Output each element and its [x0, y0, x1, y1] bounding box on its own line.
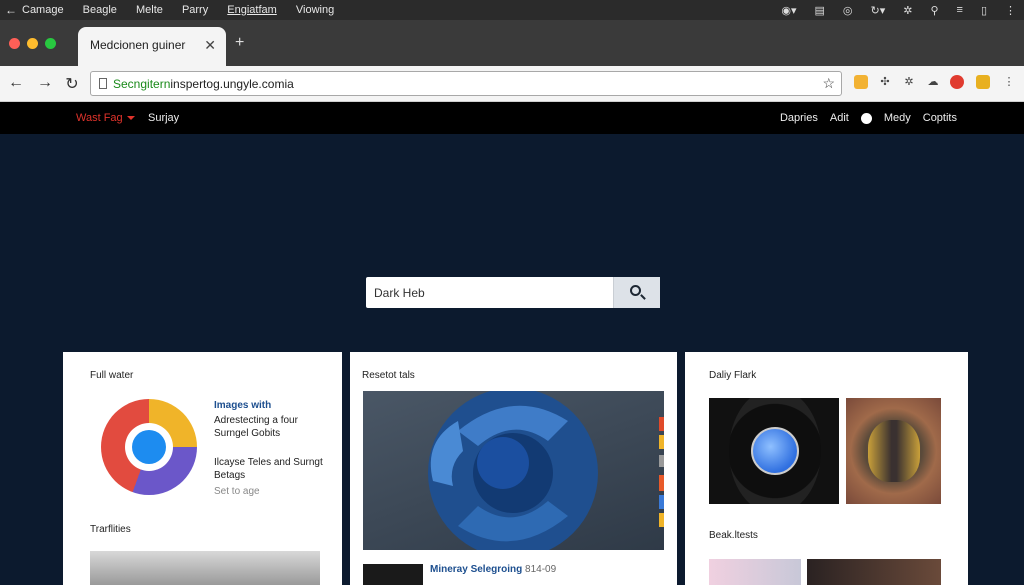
sync-icon[interactable]: ↻▾: [870, 4, 885, 17]
mask-artwork-image[interactable]: [846, 398, 941, 504]
close-window-button[interactable]: [9, 38, 20, 49]
browser-logo-icon[interactable]: [101, 399, 197, 495]
card-title: Resetot tals: [362, 370, 415, 381]
extension-record-icon[interactable]: [950, 75, 964, 89]
os-menu-bar: ← Camage Beagle Melte Parry Engiatfam Vi…: [0, 0, 1024, 20]
magnifier-icon: [630, 285, 641, 296]
more-icon[interactable]: ⋮: [1005, 4, 1016, 17]
card-daliy-flark: Daliy Flark Beak.ltests: [685, 352, 968, 585]
search-input[interactable]: [366, 277, 613, 308]
gear-icon[interactable]: ✲: [903, 4, 912, 17]
copy-icon[interactable]: ▯: [981, 4, 987, 17]
header-link[interactable]: Coptits: [923, 112, 957, 124]
caption-date: 814-09: [525, 564, 557, 575]
sync-arrows-icon: [428, 391, 598, 550]
window-icon[interactable]: ▤: [814, 4, 824, 17]
site-header: Wast Fag Surjay Dapries Adit Medy Coptit…: [0, 102, 1024, 134]
site-nav-item[interactable]: Surjay: [148, 112, 179, 124]
os-menu-item[interactable]: Melte: [136, 4, 163, 16]
site-header-links: Dapries Adit Medy Coptits: [780, 112, 957, 124]
window-controls: [9, 38, 56, 49]
card-text: Adrestecting a four Surngel Gobits: [214, 415, 298, 439]
thumbnail-image[interactable]: [807, 559, 941, 585]
card-text: Ilcayse Teles and Surngt Betags: [214, 457, 323, 481]
card-link[interactable]: Images with: [214, 400, 271, 411]
tab-close-icon[interactable]: ✕: [204, 37, 216, 54]
card-full-water: Full water Images with Adrestecting a fo…: [63, 352, 342, 585]
os-menu-item[interactable]: Engiatfam: [227, 4, 277, 16]
header-link[interactable]: Adit: [830, 112, 849, 124]
theme-toggle-icon[interactable]: [860, 112, 872, 124]
search-box: [366, 277, 660, 308]
header-link[interactable]: Medy: [884, 112, 911, 124]
card-section-title: Beak.ltests: [709, 530, 758, 541]
caret-down-icon: [126, 116, 135, 120]
page-info-icon[interactable]: [99, 78, 107, 89]
url-secure-label: Secngitern: [113, 77, 171, 91]
os-menu: Camage Beagle Melte Parry Engiatfam Viow…: [22, 4, 350, 16]
site-brand-label: Wast Fag: [76, 112, 123, 124]
hero-image[interactable]: [363, 391, 664, 550]
search-icon[interactable]: ⚲: [930, 4, 938, 17]
new-tab-button[interactable]: +: [235, 34, 244, 52]
forward-icon[interactable]: →: [35, 74, 55, 92]
os-status-icons: ◉▾ ▤ ◎ ↻▾ ✲ ⚲ ≡ ▯ ⋮: [781, 0, 1016, 20]
back-arrow-icon[interactable]: ←: [0, 3, 22, 17]
card-resetot-tals: Resetot tals Mineray Selegroing 814-09: [350, 352, 677, 585]
os-menu-item[interactable]: Beagle: [83, 4, 117, 16]
minimize-window-button[interactable]: [27, 38, 38, 49]
card-title: Full water: [90, 370, 134, 381]
reload-icon[interactable]: ↻: [62, 74, 82, 94]
thumbnail-image[interactable]: [709, 559, 801, 585]
thumbnail-image[interactable]: [90, 551, 320, 585]
caption-thumbnail[interactable]: [363, 564, 423, 585]
address-bar[interactable]: Secngiterninspertog.ungyle.comia ☆: [90, 71, 842, 96]
menu-icon[interactable]: ≡: [957, 4, 963, 16]
os-menu-item[interactable]: Viowing: [296, 4, 334, 16]
tab-strip: Medcionen guiner ✕ +: [0, 20, 1024, 66]
header-link[interactable]: Dapries: [780, 112, 818, 124]
back-icon[interactable]: ←: [6, 74, 26, 92]
extension-puzzle-icon[interactable]: ✣: [878, 75, 892, 89]
caption-link[interactable]: Mineray Selegroing 814-09: [430, 564, 556, 575]
os-menu-item[interactable]: Camage: [22, 4, 64, 16]
extension-cloud-icon[interactable]: ☁: [926, 75, 940, 89]
compass-icon[interactable]: ◉▾: [781, 4, 796, 17]
globe-icon[interactable]: ◎: [843, 4, 853, 17]
vinyl-record-image[interactable]: [709, 398, 839, 504]
browser-toolbar: ← → ↻ Secngiterninspertog.ungyle.comia ☆…: [0, 66, 1024, 102]
extension-palette-icon[interactable]: [854, 75, 868, 89]
maximize-window-button[interactable]: [45, 38, 56, 49]
search-button[interactable]: [613, 277, 660, 308]
extension-bars-icon[interactable]: [976, 75, 990, 89]
card-title: Daliy Flark: [709, 370, 757, 381]
browser-menu-icon[interactable]: ⋮: [1002, 75, 1016, 89]
site-brand-menu[interactable]: Wast Fag: [76, 112, 135, 124]
tab-title: Medcionen guiner: [90, 38, 186, 52]
card-section-title: Trarflities: [90, 524, 131, 535]
bookmark-star-icon[interactable]: ☆: [822, 75, 835, 92]
extension-gear-icon[interactable]: ✲: [902, 75, 916, 89]
os-menu-item[interactable]: Parry: [182, 4, 208, 16]
browser-tab[interactable]: Medcionen guiner ✕: [78, 27, 226, 66]
url-text: inspertog.ungyle.comia: [170, 77, 294, 91]
card-meta: Set to age: [214, 486, 260, 497]
